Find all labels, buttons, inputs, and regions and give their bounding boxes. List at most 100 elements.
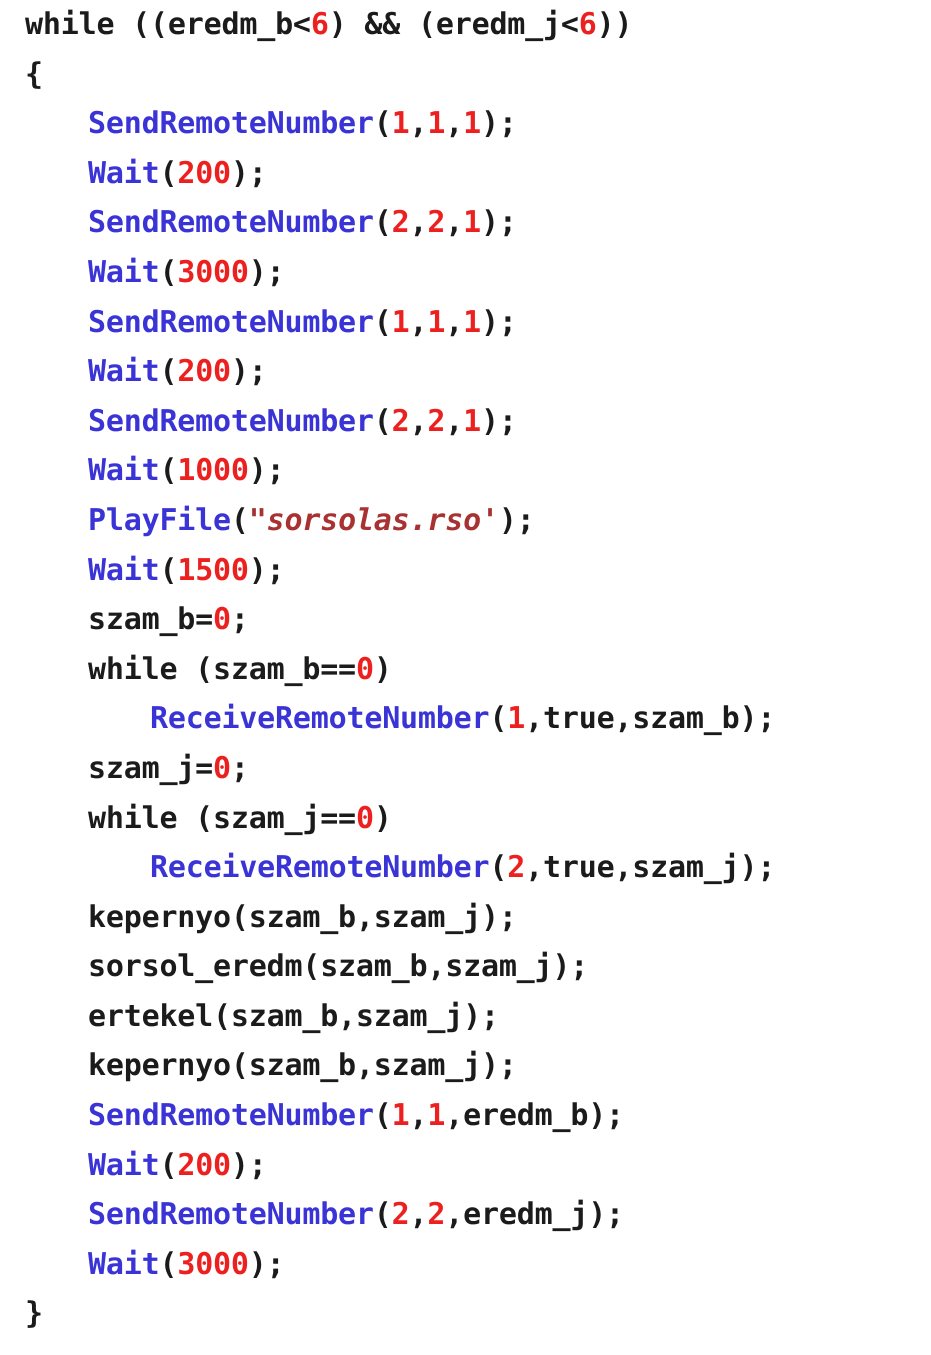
code-token-num: 6 <box>578 7 597 42</box>
code-token-punct: ( <box>230 502 249 538</box>
code-line: while (szam_j==0) <box>0 794 931 844</box>
code-token-num: 6 <box>310 7 329 42</box>
code-token-num: 1 <box>463 205 482 241</box>
code-token-punct: ) <box>373 651 392 687</box>
code-line: SendRemoteNumber(2,2,1); <box>0 397 931 447</box>
code-token-plain: kepernyo(szam_b,szam_j); <box>88 899 517 935</box>
code-token-api: Wait <box>88 354 160 390</box>
code-token-api: SendRemoteNumber <box>88 106 374 142</box>
code-token-punct: ( <box>373 304 392 340</box>
code-token-plain: ,true,szam_b); <box>525 701 776 737</box>
code-token-punct: ( <box>373 1197 392 1233</box>
code-token-num: 1 <box>507 701 526 737</box>
code-token-plain: } <box>25 1296 43 1332</box>
code-token-punct: ( <box>373 1098 392 1134</box>
code-token-api: Wait <box>88 453 160 489</box>
code-line: Wait(200); <box>0 1141 931 1191</box>
code-line: Wait(1500); <box>0 546 931 596</box>
code-token-punct: , <box>445 304 464 340</box>
code-token-punct: ( <box>159 1246 178 1282</box>
code-token-num: 0 <box>213 602 231 638</box>
code-line: szam_b=0; <box>0 595 931 645</box>
code-token-api: ReceiveRemoteNumber <box>150 701 490 737</box>
code-token-num: 200 <box>177 1147 231 1183</box>
code-token-punct: , <box>409 1098 428 1134</box>
code-token-api: PlayFile <box>88 502 231 538</box>
code-token-num: 1000 <box>177 453 249 489</box>
code-token-plain: while (szam_j== <box>88 800 356 836</box>
code-token-punct: ); <box>230 354 267 390</box>
code-token-punct: ( <box>159 1147 178 1183</box>
code-line: Wait(200); <box>0 149 931 199</box>
code-token-plain: while (( <box>25 7 168 42</box>
code-token-num: 1500 <box>177 552 249 588</box>
code-token-punct: ( <box>159 155 178 191</box>
code-token-num: 3000 <box>177 254 249 290</box>
code-token-num: 1 <box>463 403 482 439</box>
code-token-plain: ertekel(szam_b,szam_j); <box>88 998 499 1034</box>
code-token-punct: ( <box>489 701 508 737</box>
code-token-num: 2 <box>507 850 526 886</box>
code-token-num: 1 <box>427 304 446 340</box>
code-token-api: SendRemoteNumber <box>88 205 374 241</box>
code-token-punct: ); <box>481 403 517 439</box>
code-token-api: SendRemoteNumber <box>88 1197 374 1233</box>
code-token-num: 2 <box>391 1197 410 1233</box>
code-token-num: 1 <box>427 1098 446 1134</box>
code-token-api: Wait <box>88 155 160 191</box>
code-token-punct: ); <box>498 502 535 538</box>
code-token-plain: eredm_b< <box>167 7 311 42</box>
code-token-punct: ); <box>481 304 517 340</box>
code-token-plain: szam_j= <box>88 750 214 786</box>
code-token-num: 200 <box>177 155 231 191</box>
code-token-num: 0 <box>355 651 374 687</box>
code-token-api: SendRemoteNumber <box>88 304 374 340</box>
code-token-punct: ); <box>248 552 285 588</box>
code-token-punct: ; <box>230 750 249 786</box>
code-listing: while ((eredm_b<6) && (eredm_j<6)){SendR… <box>0 0 931 1355</box>
code-token-punct: ); <box>248 1246 285 1282</box>
code-line: Wait(1000); <box>0 446 931 496</box>
code-line: SendRemoteNumber(2,2,1); <box>0 198 931 248</box>
code-line: ertekel(szam_b,szam_j); <box>0 992 931 1042</box>
code-token-punct: ); <box>248 453 285 489</box>
code-token-punct: ); <box>248 254 285 290</box>
code-token-api: Wait <box>88 1246 160 1282</box>
code-token-num: 200 <box>177 354 231 390</box>
code-line: Wait(200); <box>0 347 931 397</box>
code-token-plain: szam_b= <box>88 602 214 638</box>
code-token-punct: ); <box>481 106 517 142</box>
code-token-num: 2 <box>427 403 446 439</box>
code-token-plain: sorsol_eredm(szam_b,szam_j); <box>88 949 589 985</box>
code-token-num: 3000 <box>177 1246 249 1282</box>
code-token-num: 0 <box>213 750 231 786</box>
code-token-punct: ( <box>159 552 178 588</box>
code-token-api: Wait <box>88 254 160 290</box>
code-token-punct: , <box>445 106 464 142</box>
code-line: kepernyo(szam_b,szam_j); <box>0 893 931 943</box>
code-token-punct: , <box>409 403 428 439</box>
code-line: szam_j=0; <box>0 744 931 794</box>
code-token-punct: ( <box>159 453 178 489</box>
code-token-plain: ) && (eredm_j< <box>328 7 579 42</box>
code-token-num: 1 <box>463 304 482 340</box>
code-token-num: 1 <box>427 106 446 142</box>
code-token-api: SendRemoteNumber <box>88 1098 374 1134</box>
code-token-punct: ( <box>159 254 178 290</box>
code-line: } <box>0 1289 931 1339</box>
code-token-punct: ; <box>230 602 249 638</box>
code-token-punct: , <box>409 1197 428 1233</box>
code-line: kepernyo(szam_b,szam_j); <box>0 1041 931 1091</box>
code-token-num: 2 <box>391 403 410 439</box>
code-token-plain: )) <box>596 7 633 42</box>
code-token-plain: ,eredm_b); <box>445 1098 624 1134</box>
code-line: Wait(3000); <box>0 248 931 298</box>
code-token-str: "sorsolas.rso' <box>248 502 499 538</box>
code-token-num: 2 <box>391 205 410 241</box>
code-line: PlayFile("sorsolas.rso'); <box>0 496 931 546</box>
code-token-num: 2 <box>427 1197 446 1233</box>
code-token-api: Wait <box>88 552 160 588</box>
code-token-punct: , <box>409 304 428 340</box>
code-line: ReceiveRemoteNumber(1,true,szam_b); <box>0 694 931 744</box>
code-line: SendRemoteNumber(1,1,eredm_b); <box>0 1091 931 1141</box>
